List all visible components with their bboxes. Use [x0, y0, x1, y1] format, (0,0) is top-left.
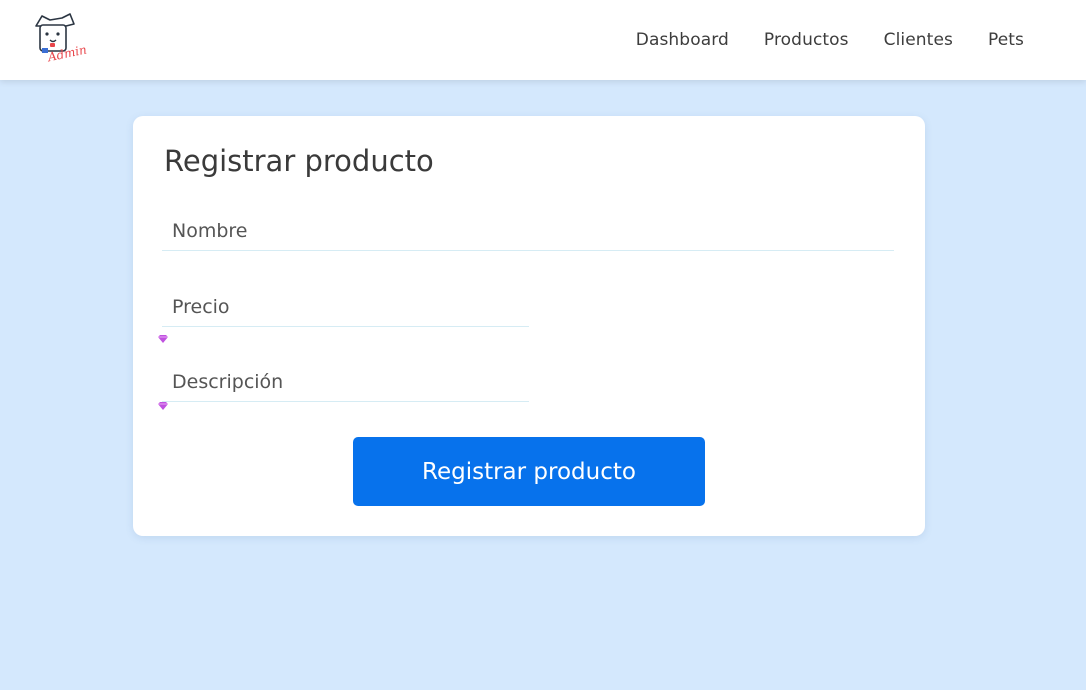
nombre-input[interactable] [162, 211, 894, 251]
gem-marker-icon [158, 335, 168, 343]
page-title: Registrar producto [164, 144, 434, 178]
register-product-card: Registrar producto Registrar producto [133, 116, 925, 536]
gem-marker-icon [158, 402, 168, 410]
dog-admin-logo-icon: Admin [35, 13, 88, 65]
nav-dashboard[interactable]: Dashboard [636, 30, 729, 50]
logo[interactable]: Admin [30, 12, 88, 65]
top-navbar: Admin Dashboard Productos Clientes Pets [0, 0, 1086, 80]
nav-pets[interactable]: Pets [988, 30, 1024, 50]
precio-input[interactable] [162, 287, 529, 327]
descripcion-input[interactable] [162, 362, 529, 402]
main-nav: Dashboard Productos Clientes Pets [601, 0, 1024, 80]
register-product-button[interactable]: Registrar producto [353, 437, 705, 506]
nav-clientes[interactable]: Clientes [884, 30, 953, 50]
nav-productos[interactable]: Productos [764, 30, 849, 50]
